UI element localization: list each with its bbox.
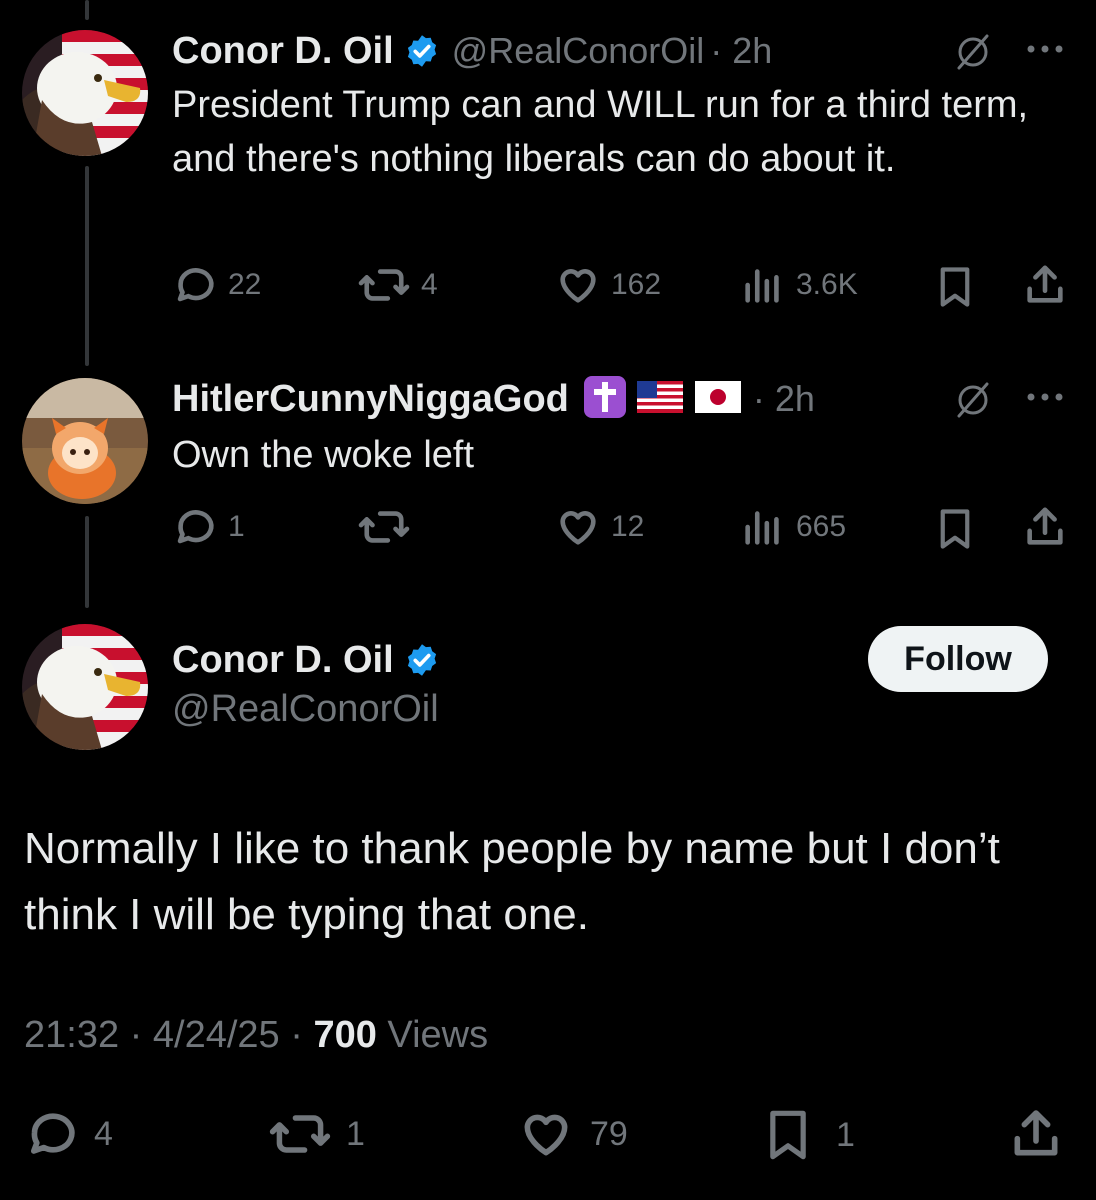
verified-badge-icon <box>404 33 440 69</box>
anime-avatar-image <box>22 378 148 504</box>
tweet2-reply-button[interactable]: 1 <box>172 504 245 550</box>
main-reply-count: 4 <box>94 1114 113 1153</box>
grok-icon[interactable] <box>953 380 993 425</box>
tweet2-view-count: 665 <box>796 510 847 543</box>
main-share-button[interactable] <box>1008 1106 1064 1167</box>
avatar-reply-user[interactable] <box>22 378 148 504</box>
main-tweet-date[interactable]: 4/24/25 <box>153 1014 280 1056</box>
tweet2-repost-button[interactable] <box>357 504 411 550</box>
reply-icon <box>30 1113 75 1154</box>
bookmark-icon <box>770 1110 806 1160</box>
main-like-count: 79 <box>590 1114 628 1153</box>
tweet2-like-count: 12 <box>611 510 645 543</box>
repost-icon <box>358 511 410 543</box>
share-icon <box>1027 507 1063 545</box>
more-icon[interactable] <box>1025 38 1065 65</box>
more-icon[interactable] <box>1025 386 1065 413</box>
main-tweet-views-label: Views <box>387 1014 489 1056</box>
thread-line-2 <box>85 516 89 608</box>
main-bookmark-button[interactable]: 1 <box>762 1106 855 1164</box>
main-tweet-views-count[interactable]: 700 <box>313 1014 376 1056</box>
tweet2-views-button[interactable]: 665 <box>740 504 846 550</box>
meta-separator: · <box>129 1014 153 1056</box>
like-icon <box>524 1114 568 1156</box>
share-icon <box>1027 265 1063 303</box>
tweet2-header: HitlerCunnyNiggaGod · 2h <box>172 374 815 424</box>
tweet1-views-button[interactable]: 3.6K <box>740 262 858 308</box>
reply-icon <box>177 510 214 544</box>
avatar-conor-main[interactable] <box>22 624 148 750</box>
repost-icon <box>358 269 410 301</box>
tweet1-repost-count: 4 <box>421 268 438 301</box>
grok-icon[interactable] <box>953 32 993 77</box>
main-like-button[interactable]: 79 <box>516 1106 628 1162</box>
eagle-avatar-image <box>22 30 148 156</box>
meta-separator: · <box>290 1014 314 1056</box>
tweet1-like-button[interactable]: 162 <box>555 262 661 308</box>
tweet1-time[interactable]: · 2h <box>710 30 772 72</box>
reply-icon <box>177 268 214 302</box>
tweet1-view-count: 3.6K <box>796 268 858 301</box>
tweet2-reply-count: 1 <box>228 510 245 543</box>
repost-icon <box>269 1115 331 1153</box>
eagle-avatar-image <box>22 624 148 750</box>
main-display-name[interactable]: Conor D. Oil <box>172 639 394 682</box>
japan-flag-icon <box>694 380 741 418</box>
main-reply-button[interactable]: 4 <box>24 1106 113 1162</box>
like-icon <box>560 511 596 545</box>
views-icon <box>745 269 779 303</box>
tweet2-text: Own the woke left <box>172 434 475 476</box>
tweet1-header: Conor D. Oil @RealConorOil · 2h <box>172 26 772 76</box>
tweet1-share-button[interactable] <box>1022 262 1068 313</box>
tweet2-display-name[interactable]: HitlerCunnyNiggaGod <box>172 378 569 421</box>
main-tweet-time[interactable]: 21:32 <box>24 1014 119 1056</box>
main-handle[interactable]: @RealConorOil <box>172 688 439 731</box>
share-icon <box>1014 1110 1058 1156</box>
tweet1-like-count: 162 <box>611 268 662 301</box>
follow-button[interactable]: Follow <box>868 626 1048 692</box>
main-bookmark-count: 1 <box>836 1115 855 1154</box>
tweet1-reply-button[interactable]: 22 <box>172 262 261 308</box>
main-repost-count: 1 <box>346 1114 365 1153</box>
views-icon <box>745 511 779 545</box>
tweet2-bookmark-button[interactable] <box>934 506 976 557</box>
like-icon <box>560 269 596 303</box>
avatar-conor[interactable] <box>22 30 148 156</box>
tweet1-handle[interactable]: @RealConorOil <box>452 30 705 72</box>
tweet1-text: President Trump can and WILL run for a t… <box>172 84 1029 180</box>
verified-badge-icon <box>404 642 440 678</box>
tweet2-time[interactable]: · 2h <box>753 378 815 420</box>
main-tweet-text: Normally I like to thank people by name … <box>24 824 1000 939</box>
tweet1-repost-button[interactable]: 4 <box>357 262 438 308</box>
thread-line-1 <box>85 166 89 366</box>
thread-line-top <box>85 0 89 20</box>
tweet1-reply-count: 22 <box>228 268 262 301</box>
tweet1-display-name[interactable]: Conor D. Oil <box>172 30 394 73</box>
bookmark-icon <box>940 267 970 307</box>
main-tweet-header: Conor D. Oil <box>172 634 440 686</box>
tweet2-like-button[interactable]: 12 <box>555 504 644 550</box>
bookmark-icon <box>940 509 970 549</box>
tweet1-bookmark-button[interactable] <box>934 264 976 315</box>
latin-cross-emoji-icon <box>583 375 627 424</box>
main-tweet-meta: 21:32 · 4/24/25 · 700 Views <box>24 1014 488 1057</box>
tweet2-share-button[interactable] <box>1022 504 1068 555</box>
us-flag-icon <box>636 380 683 418</box>
main-repost-button[interactable]: 1 <box>268 1106 365 1162</box>
